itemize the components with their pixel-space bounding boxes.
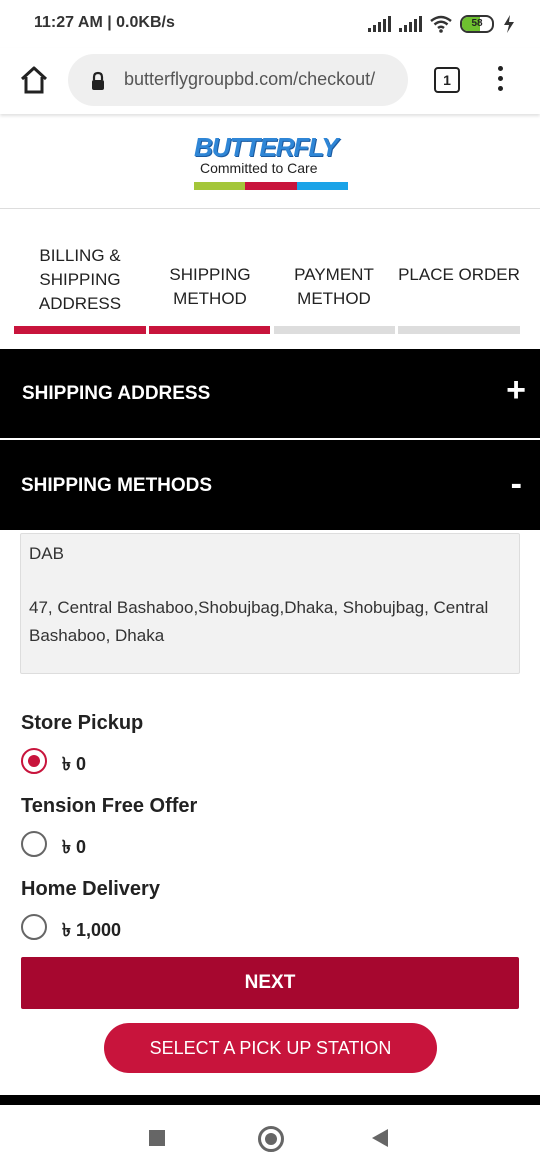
option-price-home-delivery: ৳ 1,000 <box>62 920 122 940</box>
step-place-order[interactable]: PLACE ORDER <box>398 263 520 287</box>
address-bar[interactable]: butterflygroupbd.com/checkout/ <box>68 54 408 106</box>
option-price-store-pickup: ৳ 0 <box>62 754 86 774</box>
option-title-tension-free-offer: Tension Free Offer <box>21 795 198 817</box>
radio-tension-free-offer[interactable] <box>21 831 47 857</box>
step-progress-bar <box>14 326 146 334</box>
status-icons: 58 <box>368 14 516 34</box>
select-pickup-station-button[interactable]: SELECT A PICK UP STATION <box>104 1023 437 1073</box>
shipping-address-heading: SHIPPING ADDRESS <box>22 383 211 404</box>
address-line: 47, Central Bashaboo,Shobujbag,Dhaka, Sh… <box>29 598 489 645</box>
step-shipping-method[interactable]: SHIPPING METHOD <box>150 263 270 311</box>
divider <box>0 208 540 209</box>
shipping-methods-accordion[interactable]: SHIPPING METHODS - <box>0 440 540 530</box>
step-progress-bar <box>274 326 395 334</box>
shipping-methods-heading: SHIPPING METHODS <box>21 475 213 496</box>
wifi-icon <box>430 15 452 33</box>
address-name: DAB <box>29 544 64 563</box>
option-price-tension-free-offer: ৳ 0 <box>62 837 86 857</box>
step-billing-shipping-address[interactable]: BILLING & SHIPPING ADDRESS <box>14 244 146 316</box>
option-title-home-delivery: Home Delivery <box>21 878 160 900</box>
footer-strip <box>0 1095 540 1105</box>
logo-stripe <box>245 182 297 190</box>
logo-stripe <box>194 182 246 190</box>
step-payment-method[interactable]: PAYMENT METHOD <box>274 263 394 311</box>
logo-stripe <box>296 182 348 190</box>
next-button[interactable]: NEXT <box>21 957 519 1009</box>
signal-icon <box>368 16 391 32</box>
status-time: 11:27 AM | 0.0KB/s <box>34 14 175 31</box>
signal-icon <box>399 16 422 32</box>
selected-address-box: DAB 47, Central Bashaboo,Shobujbag,Dhaka… <box>20 533 520 674</box>
tab-switcher-button[interactable]: 1 <box>434 67 460 93</box>
status-bar: 11:27 AM | 0.0KB/s 58 <box>0 0 540 48</box>
collapse-icon[interactable]: - <box>511 465 522 504</box>
menu-icon[interactable] <box>496 66 506 94</box>
lock-icon <box>92 71 104 90</box>
step-progress-bar <box>149 326 270 334</box>
step-progress-bar <box>398 326 520 334</box>
logo-wordmark: BUTTERFLY <box>194 132 339 162</box>
shipping-address-accordion[interactable]: SHIPPING ADDRESS + <box>0 349 540 438</box>
expand-icon[interactable]: + <box>506 371 526 410</box>
system-nav-bar <box>0 1105 540 1170</box>
battery-level: 58 <box>471 18 483 29</box>
home-nav-icon[interactable] <box>258 1126 284 1152</box>
radio-home-delivery[interactable] <box>21 914 47 940</box>
logo-stripes <box>194 182 348 190</box>
recents-icon[interactable] <box>149 1130 165 1146</box>
option-title-store-pickup: Store Pickup <box>21 712 144 734</box>
url-text: butterflygroupbd.com/checkout/ <box>124 69 376 89</box>
charging-icon <box>504 15 514 33</box>
battery-icon: 58 <box>460 15 494 33</box>
brand-logo[interactable]: BUTTERFLY Committed to Care <box>192 132 348 194</box>
radio-store-pickup[interactable] <box>21 748 47 774</box>
home-icon[interactable] <box>18 64 50 96</box>
browser-toolbar: butterflygroupbd.com/checkout/ 1 <box>0 48 540 114</box>
logo-tagline: Committed to Care <box>200 160 318 176</box>
back-icon[interactable] <box>372 1129 388 1147</box>
